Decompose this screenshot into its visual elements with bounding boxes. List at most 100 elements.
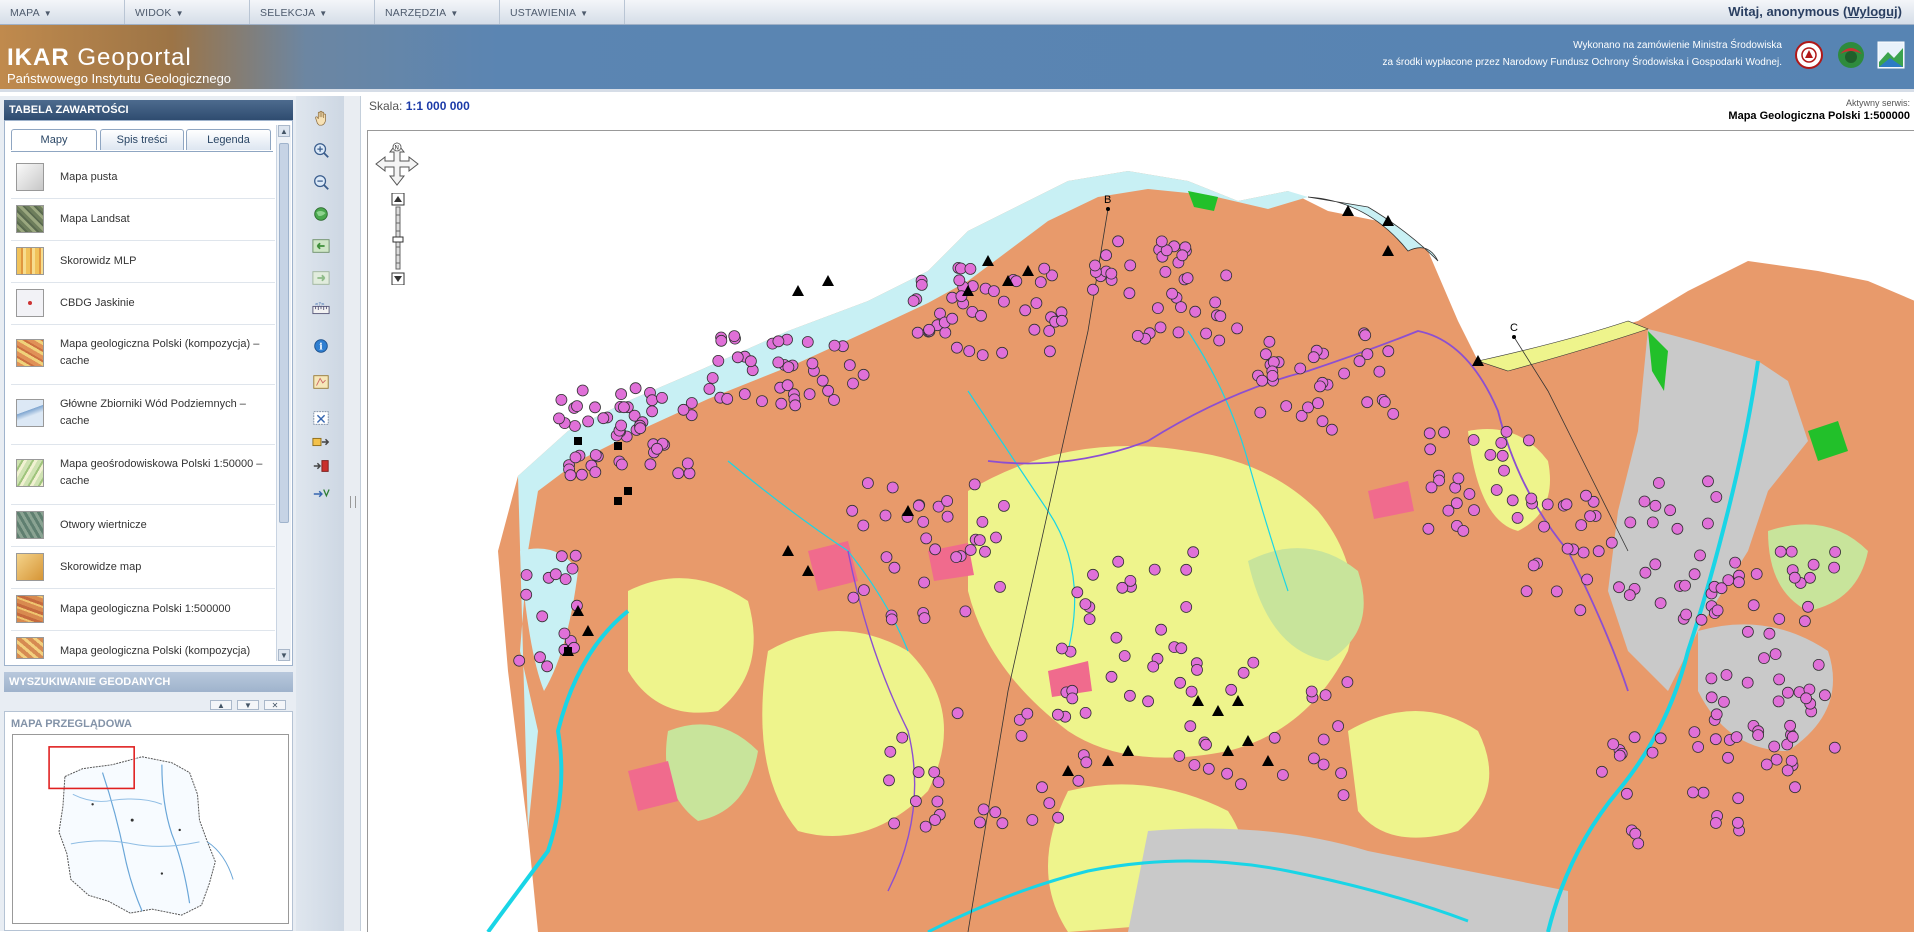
deposit-point xyxy=(1528,560,1539,571)
list-item[interactable]: Mapa geośrodowiskowa Polski 1:50000 – ca… xyxy=(11,445,275,505)
print-icon[interactable] xyxy=(310,372,332,392)
list-item[interactable]: Skorowidz MLP xyxy=(11,241,275,283)
deposit-point xyxy=(1625,517,1636,528)
deposit-point xyxy=(1542,499,1553,510)
menu-mapa[interactable]: MAPA▼ xyxy=(0,0,125,24)
deposit-point xyxy=(745,356,756,367)
deposit-point xyxy=(933,777,944,788)
deposit-point xyxy=(1267,370,1278,381)
scroll-down-icon[interactable]: ▼ xyxy=(278,649,290,661)
deposit-point xyxy=(1733,793,1744,804)
deposit-point xyxy=(1203,763,1214,774)
deposit-point xyxy=(1596,766,1607,777)
clear-selection-icon[interactable] xyxy=(310,456,332,476)
deposit-point xyxy=(889,562,900,573)
deposit-point xyxy=(1182,273,1193,284)
next-extent-icon[interactable] xyxy=(310,268,332,288)
search-panel-header[interactable]: WYSZUKIWANIE GEODANYCH xyxy=(4,672,293,692)
toc-scrollbar[interactable]: ▲ ▼ xyxy=(276,125,291,661)
layer-label: Mapa geologiczna Polski 1:500000 xyxy=(60,601,270,618)
map-canvas-frame[interactable]: B C N xyxy=(367,130,1914,932)
select-by-area-icon[interactable] xyxy=(310,432,332,452)
list-item[interactable]: Mapa geologiczna Polski (kompozycja) – c… xyxy=(11,325,275,385)
menu-narzedzia[interactable]: NARZĘDZIA▼ xyxy=(375,0,500,24)
deposit-point xyxy=(521,570,532,581)
deposit-point xyxy=(1185,721,1196,732)
list-item[interactable]: Mapa geologiczna Polski (kompozycja) xyxy=(11,631,275,659)
menu-mapa-label: MAPA xyxy=(10,7,40,19)
borehole-square xyxy=(624,487,632,495)
tab-legenda[interactable]: Legenda xyxy=(186,129,271,150)
deposit-point xyxy=(1782,765,1793,776)
menu-widok[interactable]: WIDOK▼ xyxy=(125,0,250,24)
zoom-in-icon[interactable] xyxy=(310,140,332,160)
deposit-point xyxy=(1072,587,1083,598)
geologic-map[interactable]: B C xyxy=(368,131,1914,932)
list-item[interactable]: Otwory wiertnicze xyxy=(11,505,275,547)
deposit-point xyxy=(1215,311,1226,322)
deposit-point xyxy=(1201,739,1212,750)
zoom-slider[interactable] xyxy=(390,193,406,285)
list-item[interactable]: Mapa Landsat xyxy=(11,199,275,241)
deposit-point xyxy=(556,394,567,405)
menu-ustawienia[interactable]: USTAWIENIA▼ xyxy=(500,0,625,24)
list-item[interactable]: Skorowidze map xyxy=(11,547,275,589)
deposit-point xyxy=(1801,693,1812,704)
deposit-point xyxy=(1829,742,1840,753)
previous-extent-icon[interactable] xyxy=(310,236,332,256)
move-up-icon[interactable]: ▲ xyxy=(210,700,232,710)
pan-arrows-icon[interactable]: N xyxy=(374,141,420,187)
deposit-point xyxy=(908,296,919,307)
deposit-point xyxy=(1315,381,1326,392)
list-item[interactable]: CBDG Jaskinie xyxy=(11,283,275,325)
list-item[interactable]: Mapa pusta xyxy=(11,157,275,199)
scrollbar-thumb[interactable] xyxy=(279,143,289,523)
deposit-point xyxy=(1022,708,1033,719)
list-item[interactable]: Główne Zbiorniki Wód Podziemnych – cache xyxy=(11,385,275,445)
geologic-map-500k-icon xyxy=(16,595,44,623)
deposit-point xyxy=(782,380,793,391)
deposit-point xyxy=(1354,356,1365,367)
tab-spis-tresci[interactable]: Spis treści xyxy=(100,129,184,150)
deposit-point xyxy=(1458,525,1469,536)
deposit-point xyxy=(802,337,813,348)
deposit-point xyxy=(1813,659,1824,670)
close-icon[interactable]: ✕ xyxy=(264,700,286,710)
measure-icon[interactable]: <?> xyxy=(310,300,332,320)
scale-value: 1:1 000 000 xyxy=(406,99,470,113)
panel-splitter[interactable] xyxy=(344,96,361,931)
deposit-point xyxy=(1053,812,1064,823)
deposit-point xyxy=(924,324,935,335)
info-icon[interactable]: i xyxy=(310,336,332,356)
deposit-point xyxy=(1176,302,1187,313)
deposit-point xyxy=(1733,577,1744,588)
deposit-point xyxy=(1424,428,1435,439)
overview-title: MAPA PRZEGLĄDOWA xyxy=(11,718,132,730)
menu-selekcja[interactable]: SELEKCJA▼ xyxy=(250,0,375,24)
zoom-out-icon[interactable] xyxy=(310,172,332,192)
deposit-point xyxy=(1248,657,1259,668)
scroll-up-icon[interactable]: ▲ xyxy=(278,125,290,137)
logout-link[interactable]: Wyloguj xyxy=(1847,4,1897,19)
deposit-point xyxy=(1342,677,1353,688)
overview-map[interactable] xyxy=(12,734,289,924)
deposit-point xyxy=(1236,779,1247,790)
export-selection-icon[interactable] xyxy=(310,484,332,504)
deposit-point xyxy=(913,767,924,778)
select-features-icon[interactable] xyxy=(310,408,332,428)
app-title-bold: IKAR xyxy=(7,44,70,71)
deposit-point xyxy=(1501,426,1512,437)
deposit-point xyxy=(969,479,980,490)
deposit-point xyxy=(913,500,924,511)
tab-mapy[interactable]: Mapy xyxy=(11,129,97,150)
deposit-point xyxy=(1653,478,1664,489)
pan-hand-icon[interactable] xyxy=(310,108,332,128)
list-item[interactable]: Mapa geologiczna Polski 1:500000 xyxy=(11,589,275,631)
deposit-point xyxy=(974,535,985,546)
app-title-rest: Geoportal xyxy=(70,44,192,71)
deposit-point xyxy=(1080,707,1091,718)
deposit-point xyxy=(1081,757,1092,768)
deposit-point xyxy=(1056,315,1067,326)
collapse-icon[interactable]: ▼ xyxy=(237,700,259,710)
full-extent-icon[interactable] xyxy=(310,204,332,224)
